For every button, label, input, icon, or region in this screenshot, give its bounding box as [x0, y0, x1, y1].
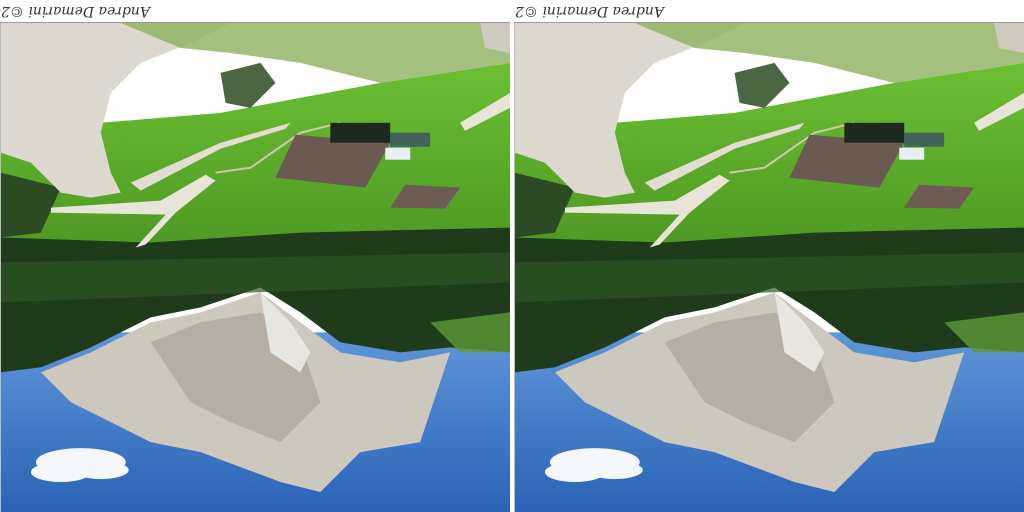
panel-divider [511, 0, 513, 512]
watermark-text: Andrea Demarini ©2009 [0, 3, 150, 19]
watermark-text: Andrea Demarini ©2009 [514, 3, 664, 19]
mountain-photo [0, 22, 510, 512]
upside-down-landscape-image [515, 23, 1024, 512]
upside-down-landscape-image [1, 23, 510, 512]
left-stereo-panel: Andrea Demarini ©2009 [0, 0, 510, 512]
watermark-caption: Andrea Demarini ©2009 [0, 0, 150, 22]
right-stereo-panel: Andrea Demarini ©2009 [514, 0, 1024, 512]
watermark-caption: Andrea Demarini ©2009 [514, 0, 664, 22]
stereo-photo-pair: Andrea Demarini ©2009 [0, 0, 1024, 512]
mountain-photo [514, 22, 1024, 512]
